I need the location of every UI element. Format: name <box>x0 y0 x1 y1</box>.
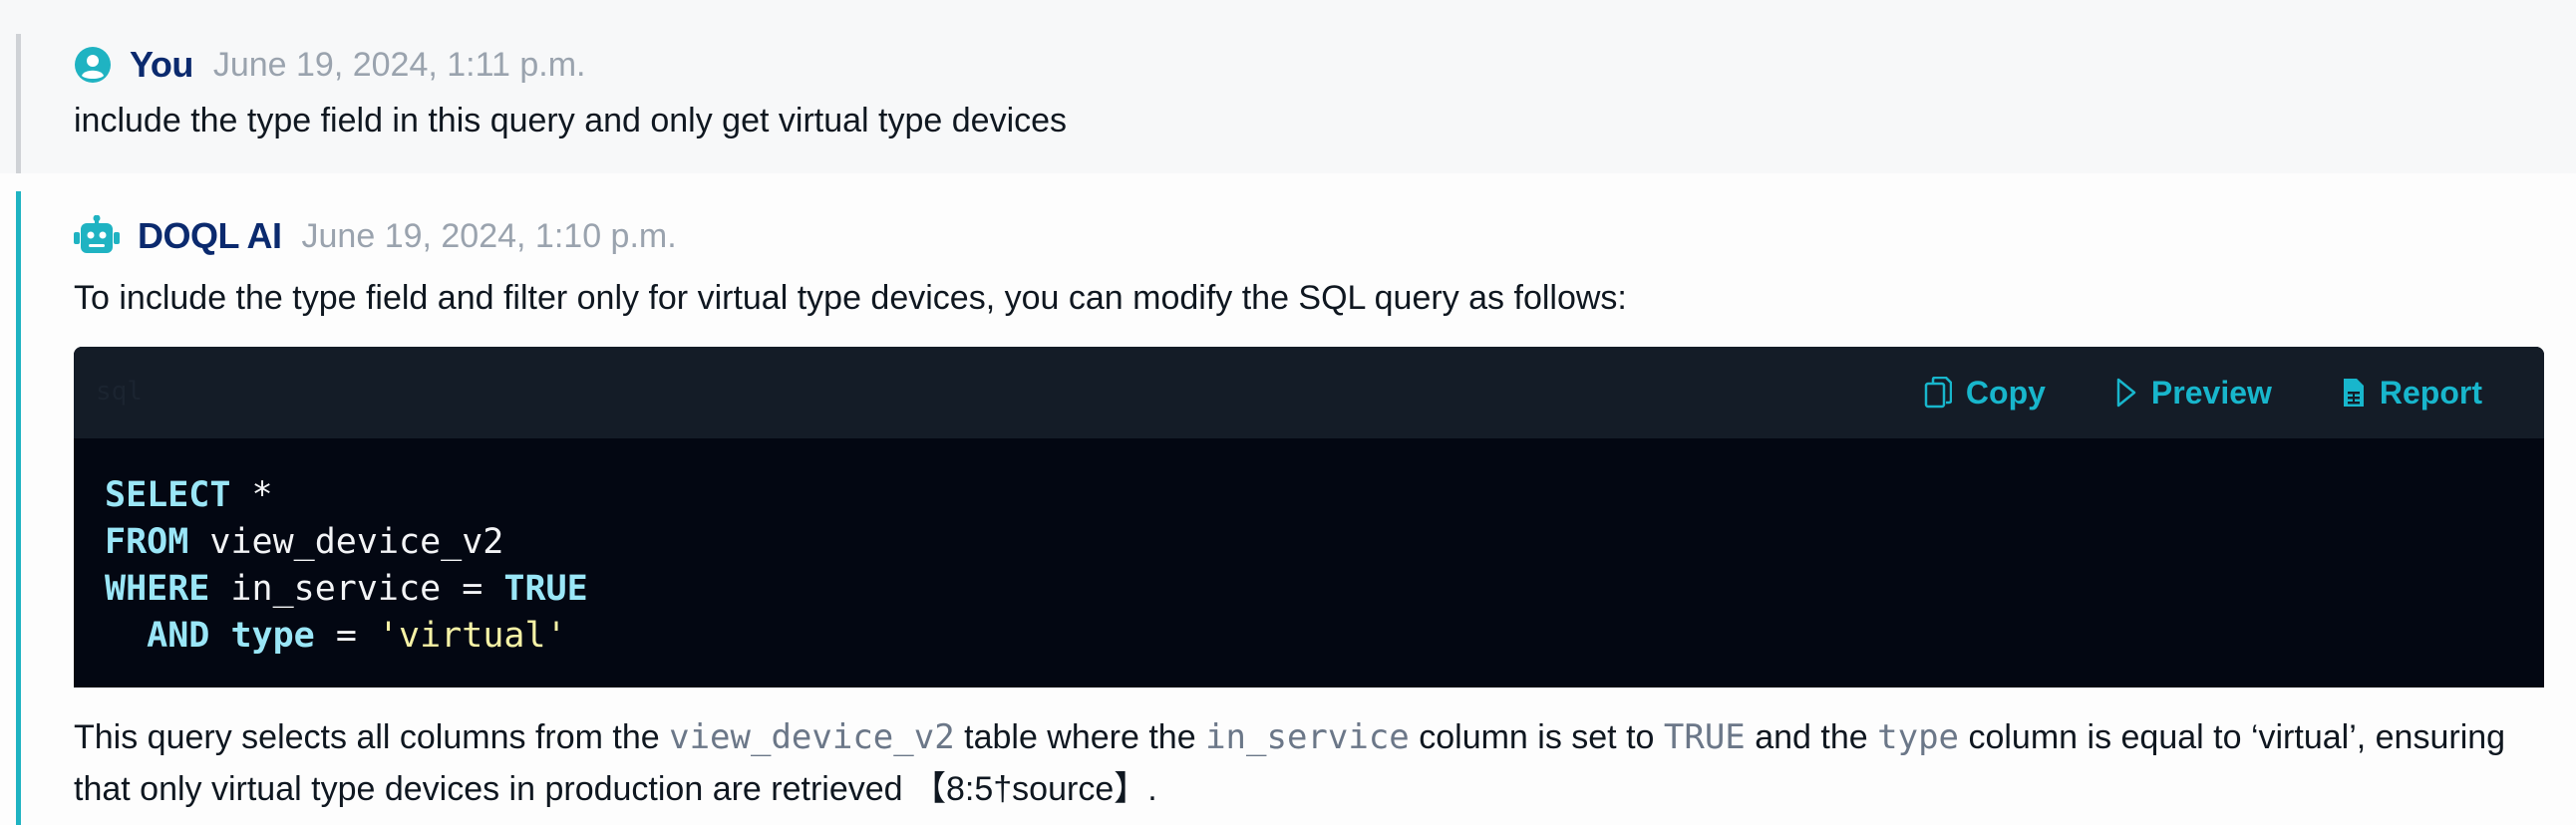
user-author: You <box>130 44 193 85</box>
inline-code: view_device_v2 <box>669 717 955 757</box>
inline-code: type <box>1877 717 1960 757</box>
copy-label: Copy <box>1965 374 2046 411</box>
code-keyword: AND <box>147 616 210 656</box>
user-circle-icon <box>75 47 111 83</box>
code-block: sql Copy Preview Report SELECT * FROM vi… <box>74 347 2544 688</box>
code-keyword: type <box>230 616 315 656</box>
code-block-header: sql Copy Preview Report <box>74 347 2544 438</box>
code-keyword: WHERE <box>105 569 210 609</box>
inline-code: TRUE <box>1663 717 1746 757</box>
code-text: in_service = <box>209 569 504 609</box>
preview-button[interactable]: Preview <box>2115 375 2272 412</box>
code-keyword: SELECT <box>105 475 231 515</box>
code-keyword: TRUE <box>503 569 588 609</box>
play-icon <box>2116 378 2136 408</box>
ai-timestamp: June 19, 2024, 1:10 p.m. <box>301 216 677 255</box>
report-icon <box>2343 379 2364 407</box>
preview-label: Preview <box>2150 374 2272 411</box>
code-text: * <box>230 475 273 515</box>
ai-explanation: This query selects all columns from the … <box>74 711 2526 815</box>
report-label: Report <box>2379 374 2482 411</box>
inline-code: in_service <box>1205 717 1410 757</box>
explanation-text: column is set to <box>1409 718 1664 756</box>
sql-code: SELECT * FROM view_device_v2 WHERE in_se… <box>74 438 2544 688</box>
user-message: You June 19, 2024, 1:11 p.m. include the… <box>0 0 2576 173</box>
explanation-text: table where the <box>954 718 1206 756</box>
code-text: = <box>314 616 378 656</box>
code-string: 'virtual' <box>377 616 567 656</box>
code-language-label: sql <box>96 377 143 407</box>
ai-message: DOQL AI June 19, 2024, 1:10 p.m. To incl… <box>0 173 2576 825</box>
copy-button[interactable]: Copy <box>1924 375 2046 412</box>
ai-author: DOQL AI <box>138 215 282 256</box>
user-message-text: include the type field in this query and… <box>74 102 1068 139</box>
code-actions: Copy Preview Report <box>1924 347 2482 438</box>
explanation-text: and the <box>1745 718 1878 756</box>
code-text: view_device_v2 <box>188 522 504 562</box>
copy-icon <box>1924 377 1952 409</box>
ai-intro-text: To include the type field and filter onl… <box>74 279 1627 317</box>
ai-message-bar <box>16 191 21 825</box>
user-message-header: You June 19, 2024, 1:11 p.m. <box>74 44 585 86</box>
robot-icon <box>74 215 120 253</box>
user-message-bar <box>16 34 21 173</box>
explanation-text: This query selects all columns from the <box>74 718 670 756</box>
user-timestamp: June 19, 2024, 1:11 p.m. <box>212 45 586 84</box>
code-keyword: FROM <box>105 522 189 562</box>
report-button[interactable]: Report <box>2342 375 2482 412</box>
ai-message-header: DOQL AI June 19, 2024, 1:10 p.m. <box>74 215 677 257</box>
